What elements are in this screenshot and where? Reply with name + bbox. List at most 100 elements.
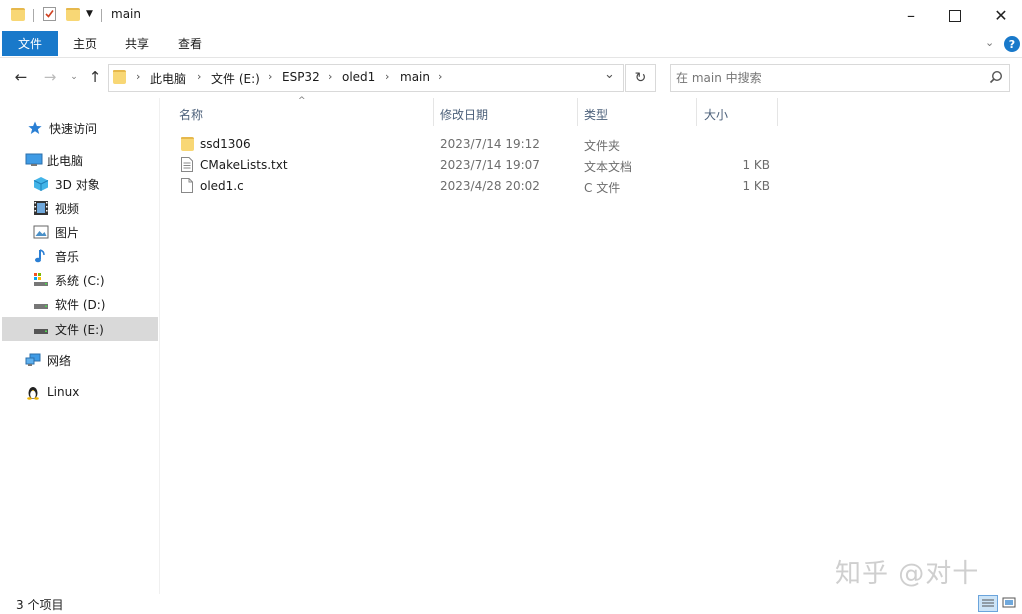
table-row[interactable]: ssd1306 2023/7/14 19:12 文件夹 [172,134,778,155]
chevron-right-icon: › [438,70,443,83]
drive-c-icon [33,272,49,288]
qa-divider-2 [101,9,102,22]
watermark: 知乎 @对十 [835,559,980,589]
sidebar-item-label: 音乐 [55,249,80,264]
chevron-right-icon: › [197,70,202,83]
file-size: 1 KB [742,158,770,172]
folder-icon [11,8,25,21]
file-modified: 2023/7/14 19:12 [440,137,540,151]
column-header-type[interactable]: 类型 [584,106,608,123]
sidebar-item-label: 网络 [47,353,72,368]
folder-icon [181,137,194,151]
sidebar-item-drive-c[interactable]: 系统 (C:) [33,269,105,291]
refresh-icon: ↻ [634,70,647,86]
sidebar-item-pictures[interactable]: 图片 [33,221,79,243]
sidebar-item-label: 3D 对象 [55,177,100,192]
sidebar-item-label: 视频 [55,201,80,216]
close-button[interactable]: ✕ [978,0,1022,31]
chevron-right-icon: › [385,70,390,83]
sidebar-item-label: Linux [47,385,80,399]
sidebar-item-label: 图片 [55,225,80,240]
file-modified: 2023/7/14 19:07 [440,158,540,172]
chevron-right-icon: › [136,70,141,83]
breadcrumb-main[interactable]: main [400,70,430,84]
c-file-icon [181,178,193,196]
chevron-down-icon[interactable]: ⌄ [985,36,994,49]
search-icon[interactable] [989,70,1003,87]
tab-file[interactable]: 文件 [2,31,58,56]
file-name: oled1.c [200,179,244,193]
file-name: CMakeLists.txt [200,158,288,172]
recent-locations-icon[interactable]: ⌄ [64,66,84,88]
sort-ascending-icon: ^ [298,96,306,106]
video-icon [33,200,49,216]
title-bar [0,0,1022,31]
status-item-count: 3 个项目 [16,598,64,612]
table-row[interactable]: CMakeLists.txt 2023/7/14 19:07 文本文档 1 KB [172,155,778,176]
sidebar-item-label: 快速访问 [49,121,98,136]
column-header-modified[interactable]: 修改日期 [440,106,488,123]
file-name: ssd1306 [200,137,251,151]
sidebar-item-label: 此电脑 [47,153,84,168]
sidebar-item-drive-d[interactable]: 软件 (D:) [33,293,105,315]
pane-divider [159,98,160,594]
refresh-button[interactable]: ↻ [625,64,656,92]
minimize-button[interactable]: – [888,0,934,31]
breadcrumb-drive-e[interactable]: 文件 (E:) [211,70,260,87]
sidebar-item-label: 文件 (E:) [55,322,104,337]
linux-icon [25,384,41,400]
maximize-button[interactable] [932,0,978,31]
help-icon[interactable]: ? [1004,36,1020,52]
folder-icon [113,70,126,84]
column-divider[interactable] [777,98,778,126]
sidebar-item-this-pc[interactable]: 此电脑 [25,149,83,171]
file-type: 文本文档 [584,160,633,174]
sidebar-item-linux[interactable]: Linux [25,381,79,403]
sidebar-item-3d-objects[interactable]: 3D 对象 [33,173,100,195]
file-modified: 2023/4/28 20:02 [440,179,540,193]
tab-view[interactable]: 查看 [167,31,213,56]
search-input[interactable] [676,68,976,88]
sidebar-item-videos[interactable]: 视频 [33,197,79,219]
column-divider[interactable] [696,98,697,126]
file-type: C 文件 [584,181,621,195]
3d-objects-icon [33,176,49,192]
sidebar-item-label: 系统 (C:) [55,273,105,288]
details-view-icon[interactable] [978,595,998,612]
new-folder-icon[interactable] [66,8,80,21]
address-dropdown-icon[interactable]: ⌄ [604,67,615,82]
column-header-name[interactable]: 名称 [179,106,203,123]
forward-arrow-icon[interactable]: → [40,66,60,88]
sidebar-item-network[interactable]: 网络 [25,349,71,371]
chevron-right-icon: › [328,70,333,83]
drive-e-icon [33,321,49,337]
breadcrumb-oled1[interactable]: oled1 [342,70,375,84]
drive-d-icon [33,296,49,312]
file-type: 文件夹 [584,139,621,153]
qa-customize-icon[interactable]: ▼ [86,9,93,19]
maximize-icon [949,9,961,22]
chevron-right-icon: › [268,70,273,83]
tab-home[interactable]: 主页 [62,31,108,56]
column-header-size[interactable]: 大小 [704,106,728,123]
table-row[interactable]: oled1.c 2023/4/28 20:02 C 文件 1 KB [172,176,778,197]
up-arrow-icon[interactable]: ↑ [85,66,105,88]
quick-access-star-icon [27,120,43,136]
column-divider[interactable] [577,98,578,126]
text-file-icon [181,157,193,175]
music-icon [33,248,49,264]
sidebar-item-quick-access[interactable]: 快速访问 [27,117,97,139]
file-size: 1 KB [742,179,770,193]
computer-icon [25,152,43,168]
sidebar-item-music[interactable]: 音乐 [33,245,79,267]
back-arrow-icon[interactable]: ← [11,66,31,88]
breadcrumb-esp32[interactable]: ESP32 [282,70,320,84]
breadcrumb-this-pc[interactable]: 此电脑 [150,70,186,87]
properties-icon[interactable] [43,7,56,21]
network-icon [25,352,41,368]
sidebar-item-drive-e[interactable]: 文件 (E:) [33,317,104,341]
window-title: main [111,7,141,21]
tab-share[interactable]: 共享 [114,31,160,56]
column-divider[interactable] [433,98,434,126]
large-icons-view-icon[interactable] [1001,595,1019,612]
